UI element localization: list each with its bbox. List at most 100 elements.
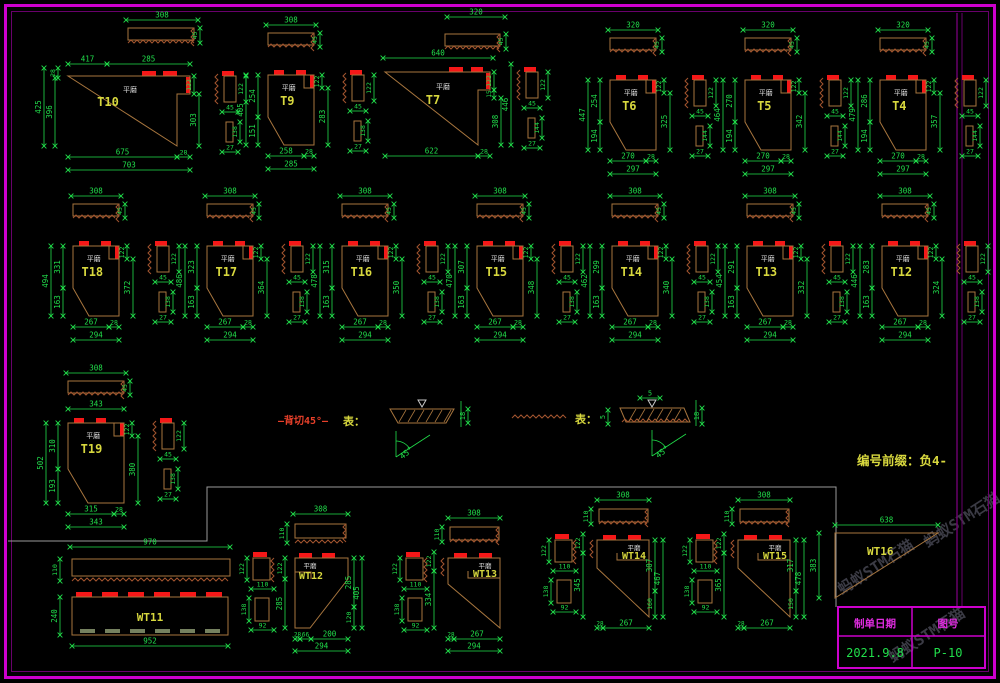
- dim-label: 45: [191, 32, 199, 40]
- polish-tab: [180, 592, 196, 597]
- polish-tab: [505, 241, 515, 246]
- rough-tab: [105, 629, 120, 633]
- piece-label-WT11: WT11: [137, 611, 164, 624]
- dim-label: 45: [164, 451, 172, 459]
- dim-label: 163: [862, 295, 871, 309]
- dim-label: 122: [925, 81, 933, 93]
- dim-label: 122: [238, 563, 246, 575]
- polish-tab: [128, 592, 144, 597]
- dim-label: 45: [698, 274, 706, 282]
- dim-label: 122: [540, 545, 548, 557]
- dim-label: 308: [616, 491, 630, 500]
- piece-label-WT14: WT14: [622, 551, 646, 562]
- polish-tab: [102, 592, 118, 597]
- dim-label: 45: [159, 274, 167, 282]
- rough-tab: [155, 629, 170, 633]
- dim-label: 5: [648, 390, 652, 398]
- piece-T13: 30845平磨T13454291163122332267282941224513…: [715, 187, 855, 343]
- dim-label: 193: [48, 479, 57, 493]
- piece-T6: 32045平磨T64472541941223252702829712245144…: [578, 21, 718, 177]
- dim-label: 364: [257, 280, 266, 294]
- dim-label: 45: [653, 41, 661, 49]
- dim-label: 396: [45, 105, 54, 119]
- dim-label: 267: [623, 318, 637, 327]
- zigzag-edge: [512, 415, 566, 418]
- zigzag-edge: [282, 244, 285, 274]
- dim-label: 27: [226, 144, 234, 152]
- polish-tab: [424, 241, 436, 246]
- shape: [696, 246, 708, 272]
- dim-label: 27: [966, 148, 974, 156]
- dim-label: 28: [180, 149, 188, 157]
- dim-label: 334: [424, 592, 433, 606]
- datum-marker: [648, 400, 656, 407]
- shape: [342, 204, 388, 216]
- dim-label: 27: [696, 148, 704, 156]
- legend-back-cut-label: —背切45°—: [278, 414, 329, 427]
- polish-tab: [160, 418, 172, 423]
- dim-label: 462: [580, 274, 589, 288]
- dim-label: 320: [761, 21, 775, 30]
- polish-tab: [910, 241, 920, 246]
- piece-label-T19: T19: [81, 442, 103, 456]
- dim-label: 479: [848, 108, 857, 122]
- shape: [72, 559, 230, 576]
- dim-label: 446: [501, 97, 510, 111]
- dim-label: 122: [387, 247, 395, 259]
- dim-label: 28: [596, 621, 604, 628]
- dim-label: 27: [698, 314, 706, 322]
- cad-drawing-sheet: 蚂蚁STM石猫蚂蚁STM石猫蚂蚁STM石猫30845417285平磨T10284…: [0, 0, 1000, 683]
- dim-label: 372: [123, 281, 132, 295]
- piece-label-T12: T12: [890, 265, 912, 279]
- dim-label: 317: [786, 559, 795, 573]
- dim-label: 45: [923, 41, 931, 49]
- dim-label: 45: [293, 274, 301, 282]
- dim-label: 454: [715, 274, 724, 288]
- dim-label: 122: [175, 430, 183, 442]
- hatch-line: [408, 410, 415, 422]
- dim-label: 267: [84, 318, 98, 327]
- dim-label: 267: [760, 619, 774, 628]
- dim-label: 28: [514, 319, 522, 327]
- dim-label: 291: [727, 260, 736, 274]
- dim-label: 194: [590, 129, 599, 143]
- dim-label: 294: [315, 642, 329, 651]
- shape: [68, 381, 124, 393]
- dim-label: 310: [48, 439, 57, 453]
- dim-label: 163: [457, 295, 466, 309]
- finish-label: 平磨: [626, 254, 640, 263]
- polish-tab: [962, 75, 974, 80]
- finish-label: 平磨: [282, 83, 296, 92]
- dim-label: 308: [898, 187, 912, 196]
- shape: [966, 246, 978, 272]
- dim-label: 447: [578, 108, 587, 122]
- hatch-line: [629, 409, 636, 421]
- dim-label: 110: [433, 529, 441, 541]
- dim-label: 308: [314, 505, 328, 514]
- piece-WT11: 970WT11110240952: [50, 538, 232, 649]
- polish-tab: [964, 241, 976, 246]
- polish-tab: [603, 535, 616, 540]
- polish-tab: [406, 552, 420, 557]
- dim-label: 294: [898, 331, 912, 340]
- dim-label: 28: [782, 153, 790, 161]
- dim-label: 45: [116, 207, 124, 215]
- polish-tab: [274, 70, 284, 75]
- piece-WT14: 308110平磨WT141223453071604672826712211013…: [540, 491, 665, 631]
- zigzag-edge: [552, 244, 555, 274]
- piece-T4: 32045平磨T44792861941223572702829712245144…: [848, 21, 988, 177]
- dim-label: 122: [439, 253, 447, 265]
- shape: [880, 38, 926, 50]
- dim-label: 267: [218, 318, 232, 327]
- dim-label: 27: [354, 143, 362, 151]
- rough-tab: [80, 629, 95, 633]
- dim-label: 294: [223, 331, 237, 340]
- dim-label: 122: [237, 83, 245, 95]
- dim-label: 122: [304, 253, 312, 265]
- dim-label: 254: [590, 94, 599, 108]
- shape: [612, 204, 658, 216]
- dim-label: 343: [89, 518, 103, 527]
- dim-label: 640: [431, 49, 445, 58]
- dim-label: 45: [311, 36, 319, 44]
- polish-tab: [348, 241, 358, 246]
